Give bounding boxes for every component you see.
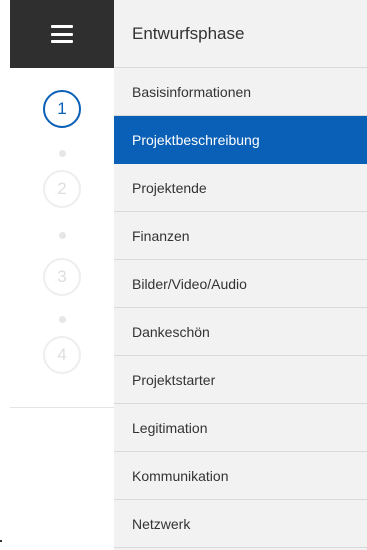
nav-item-dankeschoen[interactable]: Dankeschön bbox=[114, 308, 367, 356]
step-connector-dot bbox=[59, 316, 66, 323]
step-indicator: 1 2 3 4 bbox=[10, 68, 114, 408]
hamburger-icon bbox=[51, 25, 73, 43]
edge-marker bbox=[0, 540, 2, 542]
nav-item-projektstarter[interactable]: Projektstarter bbox=[114, 356, 367, 404]
nav-item-projektende[interactable]: Projektende bbox=[114, 164, 367, 212]
step-3[interactable]: 3 bbox=[43, 258, 81, 296]
navigation-panel: Entwurfsphase Basisinformationen Projekt… bbox=[114, 0, 367, 550]
nav-item-netzwerk[interactable]: Netzwerk bbox=[114, 500, 367, 548]
section-title: Entwurfsphase bbox=[114, 0, 367, 68]
step-1[interactable]: 1 bbox=[43, 90, 81, 128]
step-connector-dot bbox=[59, 232, 66, 239]
nav-item-bilder-video-audio[interactable]: Bilder/Video/Audio bbox=[114, 260, 367, 308]
nav-list: Basisinformationen Projektbeschreibung P… bbox=[114, 68, 367, 548]
app-frame: 1 2 3 4 Entwurfsphase Basisinformationen… bbox=[0, 0, 367, 550]
nav-item-kommunikation[interactable]: Kommunikation bbox=[114, 452, 367, 500]
nav-item-basisinformationen[interactable]: Basisinformationen bbox=[114, 68, 367, 116]
nav-item-finanzen[interactable]: Finanzen bbox=[114, 212, 367, 260]
step-4[interactable]: 4 bbox=[43, 336, 81, 374]
step-2[interactable]: 2 bbox=[43, 170, 81, 208]
step-connector-dot bbox=[59, 150, 66, 157]
nav-item-projektbeschreibung[interactable]: Projektbeschreibung bbox=[114, 116, 367, 164]
menu-toggle-button[interactable] bbox=[10, 0, 114, 68]
nav-item-legitimation[interactable]: Legitimation bbox=[114, 404, 367, 452]
